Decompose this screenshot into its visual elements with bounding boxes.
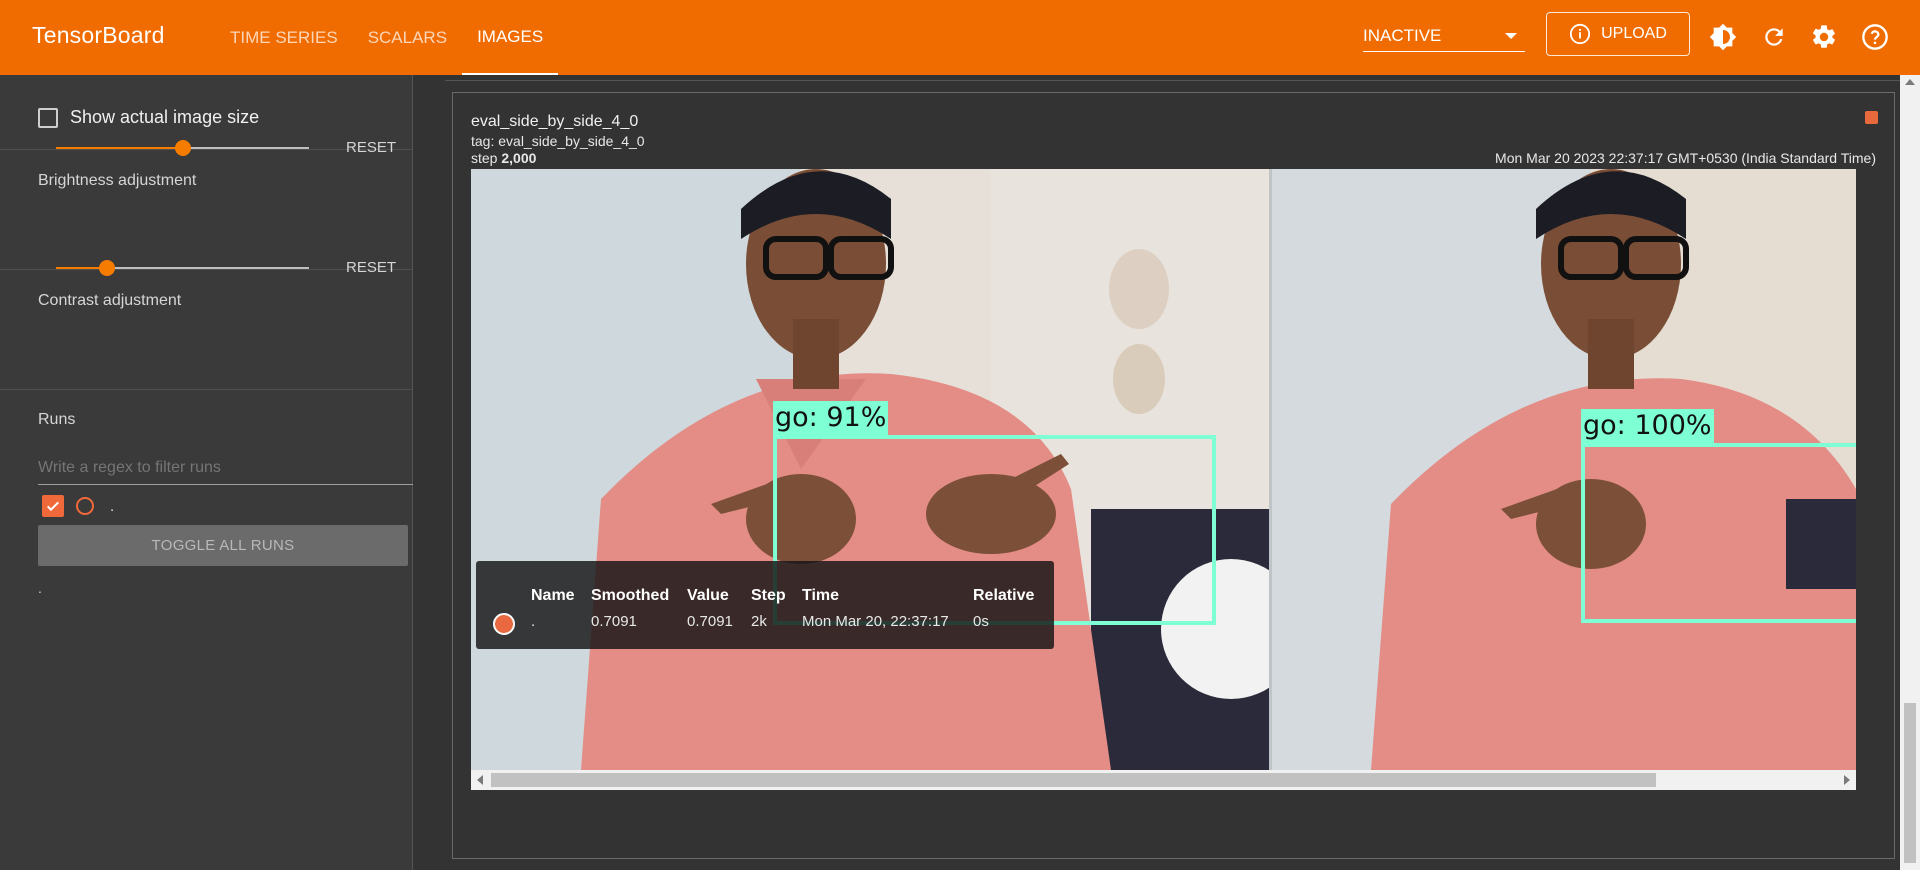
tooltip-row-name: . [531,613,536,630]
upload-label: UPLOAD [1601,25,1667,42]
show-actual-size-row[interactable]: Show actual image size [38,107,259,128]
image-card: eval_side_by_side_4_0 tag: eval_side_by_… [452,92,1895,859]
tooltip-header-time: Time [802,587,840,604]
tooltip-row-relative: 0s [973,613,989,630]
tooltip-header-name: Name [531,587,575,604]
scroll-left-arrow-icon[interactable] [477,775,483,785]
card-timestamp: Mon Mar 20 2023 22:37:17 GMT+0530 (India… [1495,150,1876,166]
reload-icon[interactable] [1759,22,1789,52]
settings-gear-icon[interactable] [1809,22,1839,52]
tab-time-series[interactable]: TIME SERIES [215,0,353,75]
brightness-label: Brightness adjustment [38,172,197,189]
show-actual-size-label: Show actual image size [70,107,260,127]
run-name: . [110,497,115,515]
detection-label-left: go: 91% [773,401,889,435]
vertical-scroll-thumb[interactable] [1904,703,1916,863]
app-brand[interactable]: TensorBoard [32,22,165,49]
step-value: 2,000 [501,150,537,166]
run-color-picker[interactable] [76,497,94,515]
previous-card-edge [445,75,1901,81]
runs-footer-text: . [38,580,42,596]
tooltip-header-step: Step [751,587,786,604]
brightness-section: Brightness adjustment RESET [0,139,413,270]
card-step: step 2,000 [471,150,536,166]
runs-filter-input[interactable] [38,451,413,485]
run-item[interactable]: . [42,495,114,517]
brightness-slider-thumb[interactable] [174,140,191,156]
runs-title: Runs [38,411,76,428]
tooltip-row-value: 0.7091 [687,613,733,630]
tooltip-row-step: 2k [751,613,767,630]
brightness-slider[interactable] [56,140,309,156]
contrast-reset-button[interactable]: RESET [346,259,396,276]
toggle-all-runs-button[interactable]: TOGGLE ALL RUNS [38,525,408,566]
brightness-slider-fill [56,147,183,149]
tooltip-row-smoothed: 0.7091 [591,613,637,630]
run-checkbox[interactable] [42,495,64,517]
contrast-slider-thumb[interactable] [98,260,115,276]
scroll-right-arrow-icon[interactable] [1844,775,1850,785]
brightness-reset-button[interactable]: RESET [346,139,396,156]
scroll-up-arrow-icon[interactable] [1905,79,1915,85]
show-actual-size-checkbox[interactable] [38,107,58,128]
detection-box-right [1581,443,1856,623]
card-title: eval_side_by_side_4_0 [471,113,639,130]
info-icon [1570,23,1591,45]
upload-button[interactable]: UPLOAD [1546,12,1690,56]
tooltip-header-value: Value [687,587,729,604]
dropdown-caret-icon [1505,32,1517,39]
help-icon[interactable] [1860,22,1890,52]
page-vertical-scrollbar[interactable] [1900,75,1920,870]
horizontal-scroll-thumb[interactable] [491,773,1656,787]
step-prefix: step [471,150,498,166]
tooltip-run-color [493,613,515,635]
main-content: eval_side_by_side_4_0 tag: eval_side_by_… [413,75,1920,870]
run-color-indicator[interactable] [1865,111,1878,124]
tab-scalars[interactable]: SCALARS [353,0,462,75]
tooltip-header-relative: Relative [973,587,1035,604]
sidebar: Show actual image size Brightness adjust… [0,75,413,870]
detection-label-right: go: 100% [1581,409,1714,443]
top-app-bar: TensorBoard TIME SERIES SCALARS IMAGES I… [0,0,1920,75]
tooltip-row-time: Mon Mar 20, 22:37:17 [802,613,949,630]
side-by-side-image[interactable]: go: 91% go: 100% [471,169,1856,770]
plugin-tabs: TIME SERIES SCALARS IMAGES [215,0,559,75]
hover-tooltip: Name Smoothed Value Step Time Relative .… [476,561,1054,649]
theme-toggle-icon[interactable] [1708,22,1738,52]
tooltip-header-smoothed: Smoothed [591,587,670,604]
dropdown-value: INACTIVE [1363,25,1442,45]
contrast-slider[interactable] [56,260,309,276]
contrast-label: Contrast adjustment [38,292,182,309]
inactive-plugins-dropdown[interactable]: INACTIVE [1363,20,1525,52]
image-horizontal-scrollbar[interactable] [471,770,1856,790]
contrast-section: Contrast adjustment RESET [0,259,413,390]
tab-images[interactable]: IMAGES [462,0,559,75]
check-icon [46,501,60,512]
card-tag: tag: eval_side_by_side_4_0 [471,133,645,149]
